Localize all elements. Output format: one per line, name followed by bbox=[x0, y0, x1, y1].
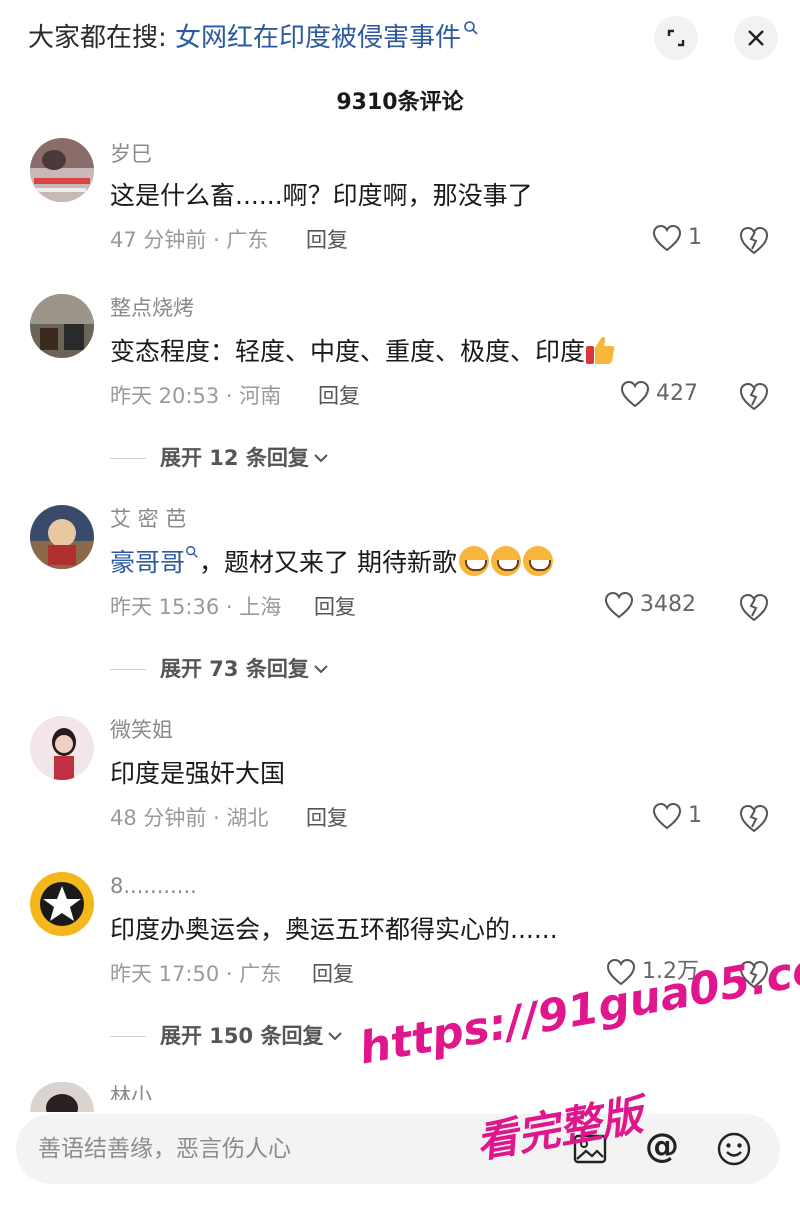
comment-username[interactable]: 8........... bbox=[110, 872, 197, 900]
expand-replies-label: 展开 150 条回复 bbox=[160, 1024, 324, 1048]
heart-icon bbox=[620, 380, 650, 408]
comment-meta: 48 分钟前 · 湖北 bbox=[110, 806, 269, 830]
like-count: 1.2万 bbox=[642, 959, 699, 984]
heart-icon bbox=[652, 224, 682, 252]
watermark-url: https://91gua05.com bbox=[355, 935, 800, 1075]
comment-text-body: ，题材又来了 期待新歌 bbox=[199, 548, 457, 577]
expand-replies-label: 展开 73 条回复 bbox=[160, 657, 309, 681]
divider bbox=[110, 668, 146, 670]
divider bbox=[110, 1035, 146, 1037]
avatar[interactable] bbox=[30, 138, 94, 202]
search-icon bbox=[186, 546, 198, 558]
heart-icon bbox=[604, 591, 634, 619]
like-count: 427 bbox=[656, 381, 698, 406]
dislike-icon[interactable] bbox=[738, 802, 770, 834]
fullscreen-icon bbox=[667, 29, 685, 47]
comment-input-bar[interactable]: 善语结善缘，恶言伤人心 @ bbox=[16, 1114, 780, 1184]
comment-text: 变态程度：轻度、中度、重度、极度、印度 bbox=[110, 334, 615, 370]
comment-meta: 昨天 20:53 · 河南 bbox=[110, 384, 282, 408]
like-button[interactable]: 1 bbox=[652, 802, 702, 830]
fullscreen-button[interactable] bbox=[654, 16, 698, 60]
top-bar: 大家都在搜: 女网红在印度被侵害事件 bbox=[0, 0, 800, 78]
like-count: 1 bbox=[688, 803, 702, 828]
trending-search-prefix: 大家都在搜: bbox=[28, 23, 167, 53]
close-icon bbox=[748, 30, 764, 46]
close-button[interactable] bbox=[734, 16, 778, 60]
expand-replies-button[interactable]: 展开 73 条回复 bbox=[110, 655, 329, 683]
avatar[interactable] bbox=[30, 1082, 94, 1112]
grinning-face-icon bbox=[458, 546, 489, 576]
dislike-icon[interactable] bbox=[738, 380, 770, 412]
comment-text: 印度是强奸大国 bbox=[110, 759, 286, 788]
expand-replies-button[interactable]: 展开 150 条回复 bbox=[110, 1022, 343, 1050]
trending-search-term-text: 女网红在印度被侵害事件 bbox=[175, 23, 462, 53]
dislike-icon[interactable] bbox=[738, 958, 770, 990]
search-icon bbox=[464, 21, 478, 35]
heart-icon bbox=[606, 958, 636, 986]
trending-search-hint[interactable]: 大家都在搜: 女网红在印度被侵害事件 bbox=[28, 20, 479, 56]
expand-replies-label: 展开 12 条回复 bbox=[160, 446, 309, 470]
expand-replies-button[interactable]: 展开 12 条回复 bbox=[110, 444, 329, 472]
reply-button[interactable]: 回复 bbox=[312, 960, 354, 988]
comment-username[interactable]: 林小 bbox=[110, 1082, 152, 1100]
comment-meta: 47 分钟前 · 广东 bbox=[110, 228, 269, 252]
comment-text: 豪哥哥 ，题材又来了 期待新歌 bbox=[110, 545, 553, 581]
avatar[interactable] bbox=[30, 505, 94, 569]
reply-button[interactable]: 回复 bbox=[306, 226, 348, 254]
avatar[interactable] bbox=[30, 716, 94, 780]
comment-text-body: 变态程度：轻度、中度、重度、极度、印度 bbox=[110, 337, 586, 366]
like-button[interactable]: 3482 bbox=[604, 591, 696, 619]
avatar[interactable] bbox=[30, 294, 94, 358]
reply-button[interactable]: 回复 bbox=[314, 593, 356, 621]
heart-icon bbox=[652, 802, 682, 830]
chevron-down-icon bbox=[314, 665, 328, 674]
dislike-icon[interactable] bbox=[738, 224, 770, 256]
like-count: 1 bbox=[688, 225, 702, 250]
like-count: 3482 bbox=[640, 592, 696, 617]
comment-username[interactable]: 整点烧烤 bbox=[110, 294, 194, 322]
emoji-icon[interactable] bbox=[716, 1131, 752, 1167]
comment-username[interactable]: 微笑姐 bbox=[110, 716, 173, 744]
comment-text: 这是什么畜......啊？印度啊，那没事了 bbox=[110, 181, 533, 210]
comment-input-placeholder[interactable]: 善语结善缘，恶言伤人心 bbox=[38, 1134, 291, 1164]
grinning-face-icon bbox=[522, 546, 553, 576]
thumbs-up-icon bbox=[586, 337, 615, 364]
avatar[interactable] bbox=[30, 872, 94, 936]
dislike-icon[interactable] bbox=[738, 591, 770, 623]
comment-username[interactable]: 艾 密 芭 bbox=[110, 505, 186, 533]
at-icon[interactable]: @ bbox=[644, 1126, 680, 1166]
reply-button[interactable]: 回复 bbox=[318, 382, 360, 410]
reply-button[interactable]: 回复 bbox=[306, 804, 348, 832]
comment-username[interactable]: 岁巳 bbox=[110, 140, 152, 168]
like-button[interactable]: 427 bbox=[620, 380, 698, 408]
comment-meta: 昨天 15:36 · 上海 bbox=[110, 595, 282, 619]
image-icon[interactable] bbox=[572, 1131, 608, 1167]
like-button[interactable]: 1 bbox=[652, 224, 702, 252]
mention-link[interactable]: 豪哥哥 bbox=[110, 548, 185, 577]
chevron-down-icon bbox=[328, 1032, 343, 1041]
comment-count: 9310条评论 bbox=[336, 90, 464, 115]
grinning-face-icon bbox=[490, 546, 521, 576]
comment-meta: 昨天 17:50 · 广东 bbox=[110, 962, 282, 986]
trending-search-term[interactable]: 女网红在印度被侵害事件 bbox=[175, 21, 479, 53]
divider bbox=[110, 457, 146, 459]
comment-text: 印度办奥运会，奥运五环都得实心的...... bbox=[110, 915, 558, 944]
like-button[interactable]: 1.2万 bbox=[606, 958, 699, 986]
chevron-down-icon bbox=[314, 454, 328, 463]
